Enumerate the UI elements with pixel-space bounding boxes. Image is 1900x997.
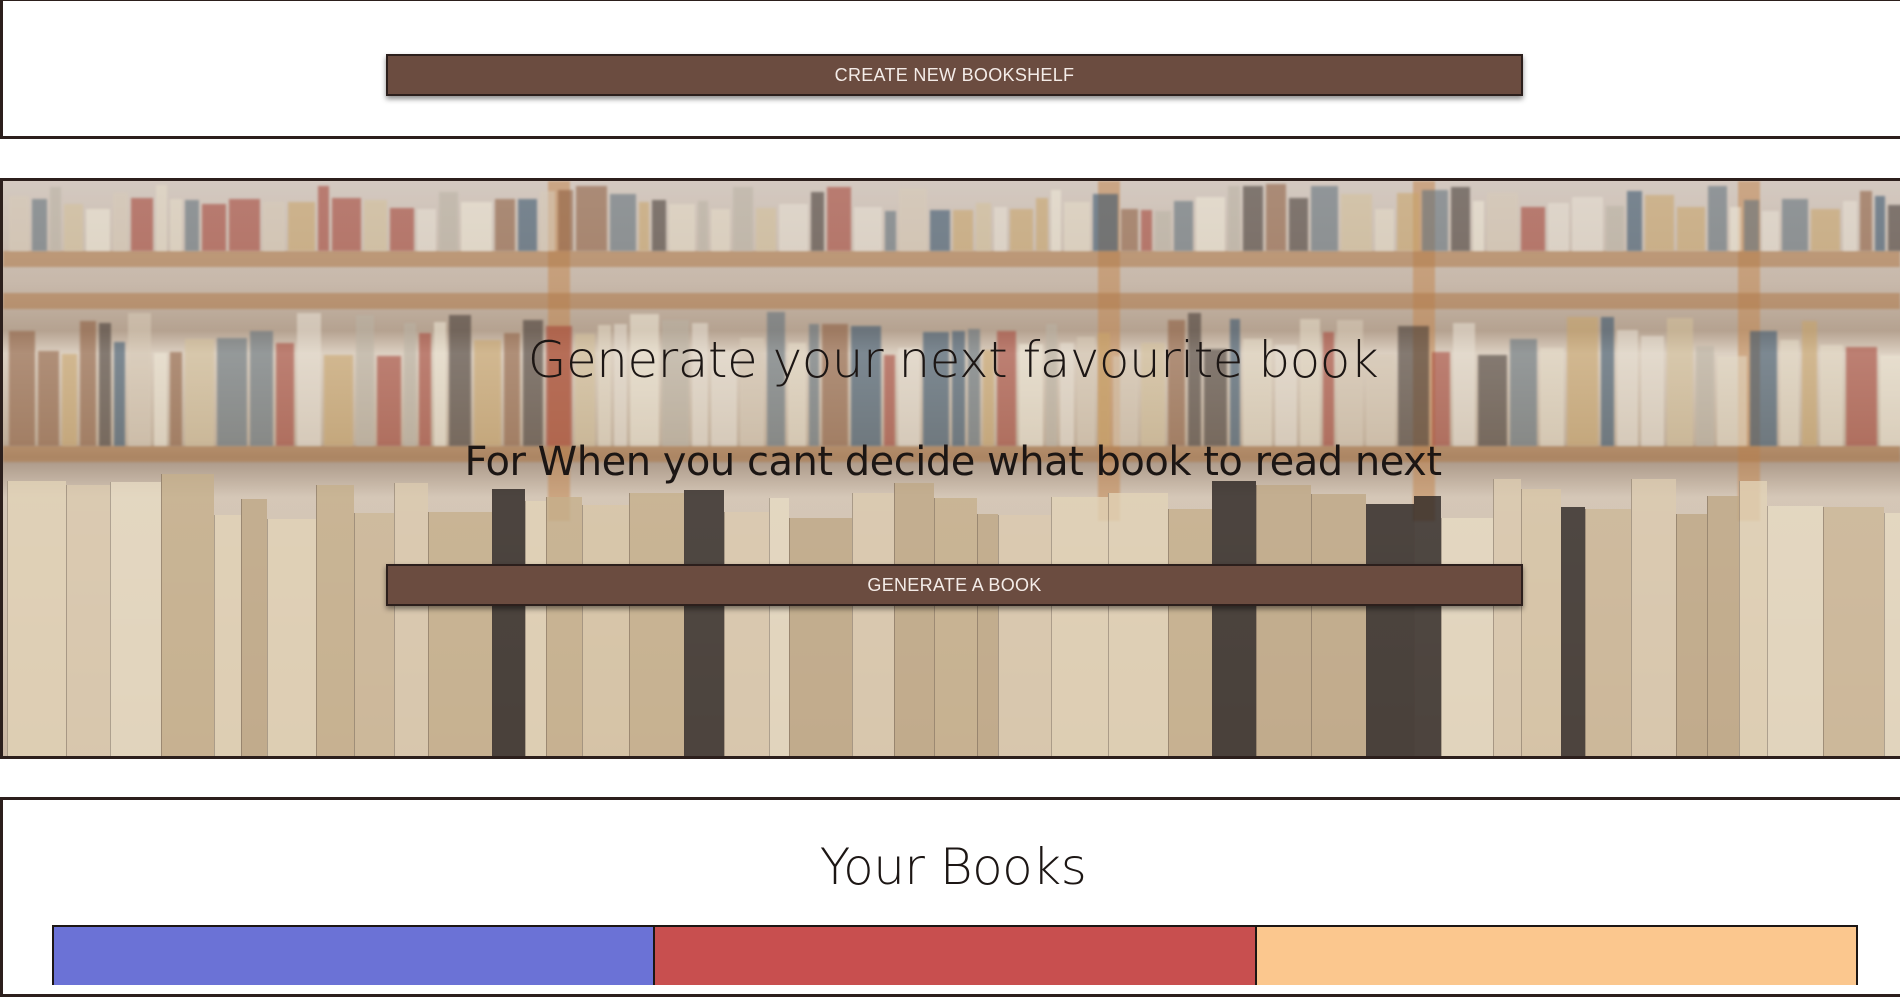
book-card[interactable] — [52, 925, 656, 985]
book-card[interactable] — [1254, 925, 1858, 985]
hero-title: Generate your next favourite book — [527, 331, 1379, 389]
hero-section: Generate your next favourite book For Wh… — [0, 178, 1900, 759]
generate-book-button[interactable]: GENERATE A BOOK — [386, 564, 1523, 606]
book-card[interactable] — [653, 925, 1257, 985]
create-new-bookshelf-button[interactable]: CREATE NEW BOOKSHELF — [386, 54, 1523, 96]
book-card-list — [52, 925, 1858, 985]
your-books-title: Your Books — [819, 838, 1087, 896]
hero-subtitle: For When you cant decide what book to re… — [464, 439, 1442, 485]
top-panel: CREATE NEW BOOKSHELF — [0, 0, 1900, 139]
your-books-section: Your Books — [0, 797, 1900, 997]
